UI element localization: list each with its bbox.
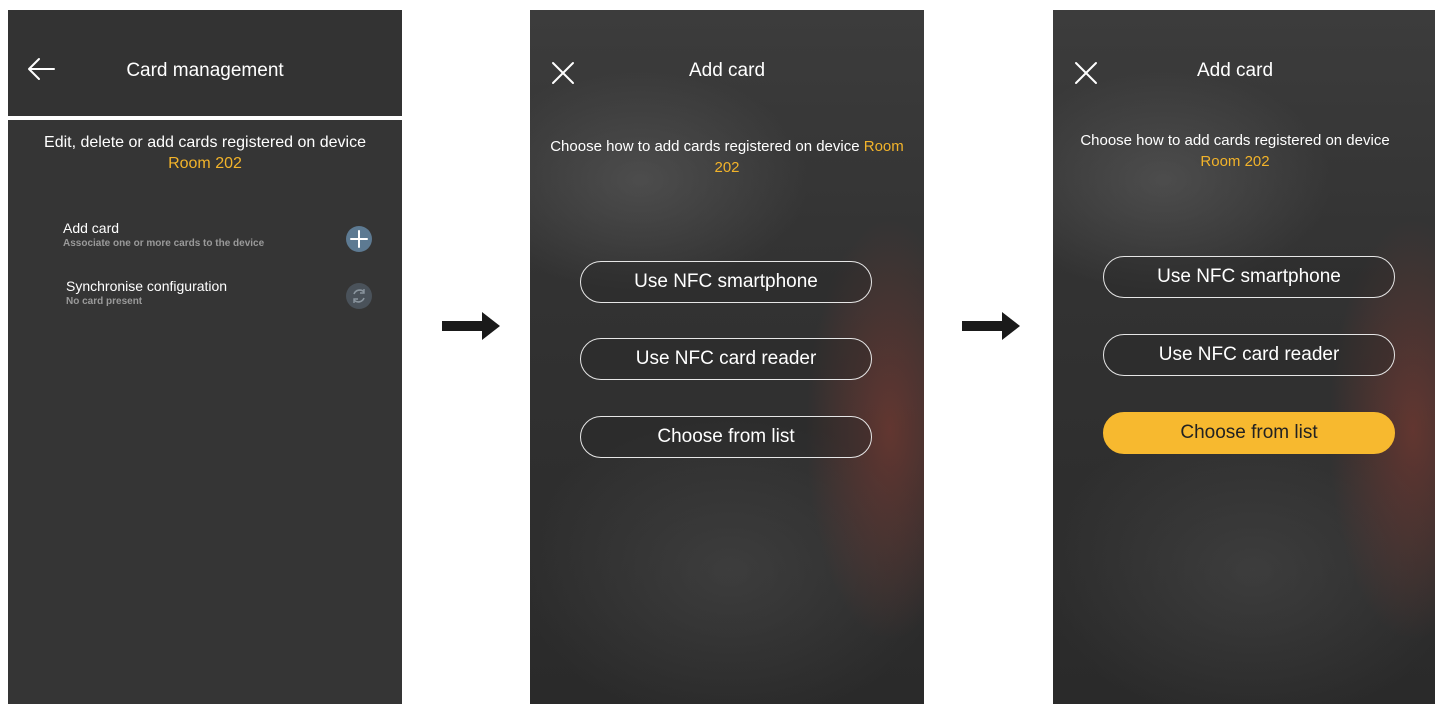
use-nfc-smartphone-button[interactable]: Use NFC smartphone [1103,256,1395,298]
device-name: Room 202 [1200,153,1270,170]
device-name: Room 202 [168,155,242,172]
description-text: Choose how to add cards registered on de… [1080,132,1390,149]
plus-icon [350,230,368,248]
synchronise-label: Synchronise configuration [66,278,228,294]
add-card-label: Add card [63,220,120,236]
description: Choose how to add cards registered on de… [550,136,904,178]
right-arrow-icon [442,312,500,340]
add-card-subtitle: Associate one or more cards to the devic… [63,238,265,249]
add-card-item[interactable]: Add card Associate one or more cards to … [63,220,363,249]
add-card-button[interactable] [346,226,372,252]
page-title: Add card [688,60,766,81]
use-nfc-card-reader-button[interactable]: Use NFC card reader [1103,334,1395,376]
synchronise-subtitle: No card present [66,296,143,307]
synchronise-item[interactable]: Synchronise configuration No card presen… [66,278,366,307]
sync-icon [353,289,365,303]
add-card-screen: Add card Choose how to add cards registe… [530,10,924,704]
header-bar: Card management [8,10,402,116]
description: Choose how to add cards registered on de… [1073,130,1397,172]
use-nfc-card-reader-button[interactable]: Use NFC card reader [580,338,872,380]
description: Edit, delete or add cards registered on … [28,132,382,174]
add-card-screen-selected: Add card Choose how to add cards registe… [1053,10,1435,704]
page-title: Card management [126,60,284,81]
choose-from-list-button[interactable]: Choose from list [1103,412,1395,454]
description-text: Edit, delete or add cards registered on … [44,134,366,151]
use-nfc-smartphone-button[interactable]: Use NFC smartphone [580,261,872,303]
page-title: Add card [1196,60,1274,81]
description-text: Choose how to add cards registered on de… [550,138,860,155]
right-arrow-icon [962,312,1020,340]
synchronise-button[interactable] [346,283,372,309]
header-divider [8,116,402,120]
card-management-screen: Card management Edit, delete or add card… [8,10,402,704]
choose-from-list-button[interactable]: Choose from list [580,416,872,458]
